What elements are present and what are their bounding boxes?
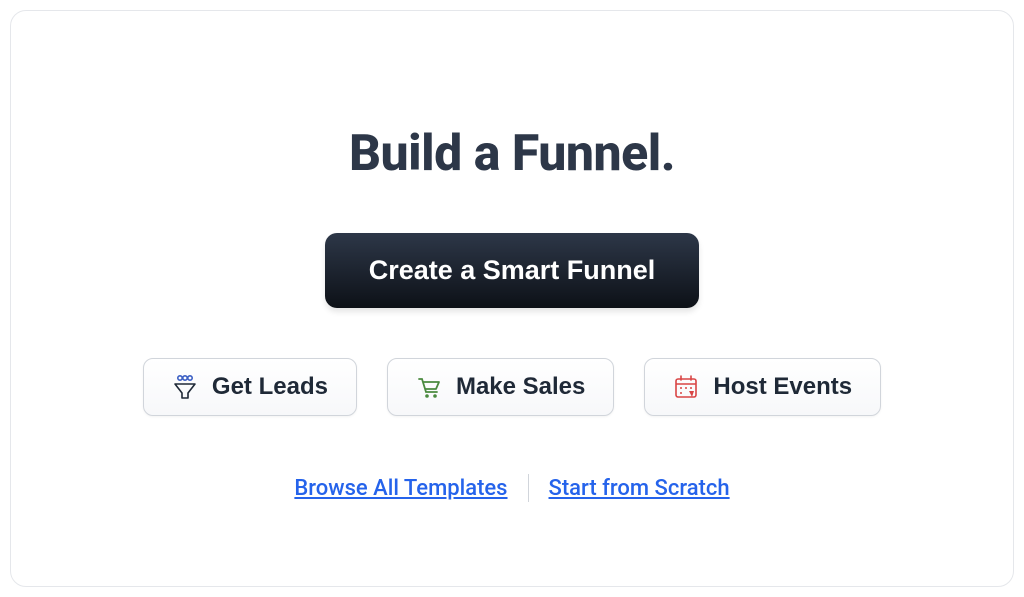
browse-templates-link[interactable]: Browse All Templates xyxy=(294,476,507,501)
secondary-button-row: Get Leads Make Sales xyxy=(143,358,881,416)
footer-links: Browse All Templates Start from Scratch xyxy=(294,474,729,502)
page-heading: Build a Funnel. xyxy=(349,125,675,183)
link-divider xyxy=(528,474,529,502)
get-leads-button[interactable]: Get Leads xyxy=(143,358,357,416)
get-leads-label: Get Leads xyxy=(212,373,328,401)
make-sales-label: Make Sales xyxy=(456,373,585,401)
funnel-builder-card: Build a Funnel. Create a Smart Funnel Ge… xyxy=(10,10,1014,587)
create-smart-funnel-button[interactable]: Create a Smart Funnel xyxy=(325,233,700,308)
host-events-button[interactable]: Host Events xyxy=(644,358,881,416)
calendar-icon xyxy=(673,374,699,400)
shopping-cart-icon xyxy=(416,374,442,400)
start-from-scratch-link[interactable]: Start from Scratch xyxy=(549,476,730,501)
host-events-label: Host Events xyxy=(713,373,852,401)
funnel-people-icon xyxy=(172,374,198,400)
primary-button-label: Create a Smart Funnel xyxy=(369,255,656,285)
make-sales-button[interactable]: Make Sales xyxy=(387,358,614,416)
